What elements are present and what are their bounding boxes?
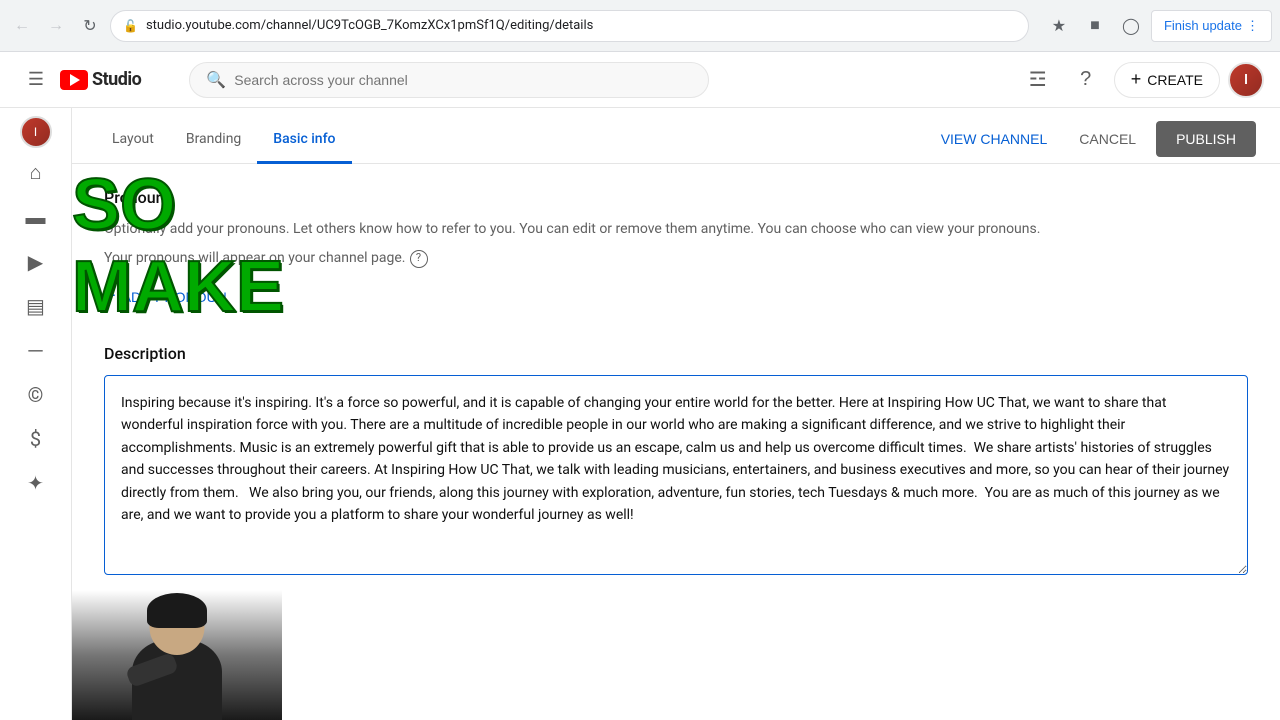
create-label: CREATE [1147, 72, 1203, 88]
customization-icon: ✦ [27, 471, 44, 495]
sidebar-item-playlists[interactable]: ▶ [6, 242, 66, 282]
create-button[interactable]: + CREATE [1114, 62, 1220, 98]
hamburger-menu-button[interactable]: ☰ [16, 60, 56, 100]
tabs-actions: VIEW CHANNEL CANCEL PUBLISH [929, 121, 1256, 163]
search-bar[interactable]: 🔍 [189, 62, 709, 98]
main-container: I ⌂ ▬ ▶ ▤ ─ © $ ✦ Layout [0, 108, 1280, 720]
finish-update-label: Finish update [1164, 18, 1242, 33]
sidebar: I ⌂ ▬ ▶ ▤ ─ © $ ✦ [0, 108, 72, 720]
sidebar-item-earn[interactable]: $ [6, 419, 66, 459]
browser-actions: ★ ■ ◯ Finish update ⋮ [1043, 10, 1272, 42]
tab-basic-info[interactable]: Basic info [257, 116, 351, 164]
copyright-icon: © [28, 383, 44, 407]
lock-icon: 🔓 [123, 19, 138, 33]
playlists-icon: ▶ [28, 250, 43, 274]
search-input[interactable] [234, 72, 692, 88]
plus-icon: + [104, 285, 116, 308]
url-text: studio.youtube.com/channel/UC9TcOGB_7Kom… [146, 18, 1016, 33]
create-plus-icon: + [1131, 69, 1142, 90]
tabs-bar: Layout Branding Basic info VIEW CHANNEL … [72, 108, 1280, 164]
search-icon: 🔍 [206, 70, 226, 89]
help-icon-button[interactable]: ? [1066, 60, 1106, 100]
page-content: Pronouns Optionally add your pronouns. L… [72, 164, 1280, 720]
avatar[interactable]: I [1228, 62, 1264, 98]
sidebar-item-dashboard[interactable]: ⌂ [6, 152, 66, 193]
publish-button[interactable]: PUBLISH [1156, 121, 1256, 157]
content-icon: ▬ [26, 205, 46, 230]
tab-layout[interactable]: Layout [96, 116, 170, 164]
back-button[interactable]: ← [8, 12, 36, 40]
header-right-actions: ☲ ? + CREATE I [1018, 60, 1264, 100]
add-pronoun-button[interactable]: + ADD PRONOUN [104, 281, 227, 312]
help-icon[interactable]: ? [410, 250, 428, 268]
pronouns-title: Pronouns [104, 188, 1248, 207]
analytics-icon: ▤ [26, 294, 45, 318]
sidebar-item-content[interactable]: ▬ [6, 197, 66, 238]
bookmark-icon[interactable]: ★ [1043, 10, 1075, 42]
sidebar-channel-avatar[interactable]: I [20, 116, 52, 148]
finish-update-chevron: ⋮ [1246, 18, 1259, 34]
dashboard-icon: ⌂ [29, 160, 41, 185]
play-icon [70, 74, 80, 86]
description-textarea[interactable]: Inspiring because it's inspiring. It's a… [104, 375, 1248, 575]
sidebar-item-copyright[interactable]: © [6, 375, 66, 415]
content-area: Layout Branding Basic info VIEW CHANNEL … [72, 108, 1280, 720]
view-channel-button[interactable]: VIEW CHANNEL [929, 121, 1060, 157]
forward-button[interactable]: → [42, 12, 70, 40]
add-pronoun-label: ADD PRONOUN [122, 289, 227, 305]
sidebar-item-customization[interactable]: ✦ [6, 463, 66, 503]
youtube-icon [60, 70, 88, 90]
logo-text: Studio [92, 69, 141, 90]
cancel-button[interactable]: CANCEL [1067, 121, 1148, 157]
reload-button[interactable]: ↻ [76, 12, 104, 40]
description-title: Description [104, 344, 1248, 363]
comments-icon-button[interactable]: ☲ [1018, 60, 1058, 100]
extensions-icon[interactable]: ■ [1079, 10, 1111, 42]
avatar-initials: I [1244, 72, 1248, 88]
sidebar-item-comments[interactable]: ─ [6, 330, 66, 371]
pronouns-section: Pronouns Optionally add your pronouns. L… [104, 188, 1248, 312]
yt-studio-header: ☰ Studio 🔍 ☲ ? + CREATE I [0, 52, 1280, 108]
tab-branding[interactable]: Branding [170, 116, 257, 164]
yt-logo: Studio [60, 69, 141, 90]
profile-icon[interactable]: ◯ [1115, 10, 1147, 42]
address-bar[interactable]: 🔓 studio.youtube.com/channel/UC9TcOGB_7K… [110, 10, 1029, 42]
finish-update-button[interactable]: Finish update ⋮ [1151, 10, 1272, 42]
earn-icon: $ [30, 427, 41, 451]
pronouns-description: Optionally add your pronouns. Let others… [104, 219, 1248, 240]
sidebar-item-analytics[interactable]: ▤ [6, 286, 66, 326]
pronouns-line2: Your pronouns will appear on your channe… [104, 248, 1248, 269]
description-section: Description Inspiring because it's inspi… [104, 344, 1248, 579]
comments-icon: ─ [28, 338, 42, 363]
browser-chrome: ← → ↻ 🔓 studio.youtube.com/channel/UC9Tc… [0, 0, 1280, 52]
